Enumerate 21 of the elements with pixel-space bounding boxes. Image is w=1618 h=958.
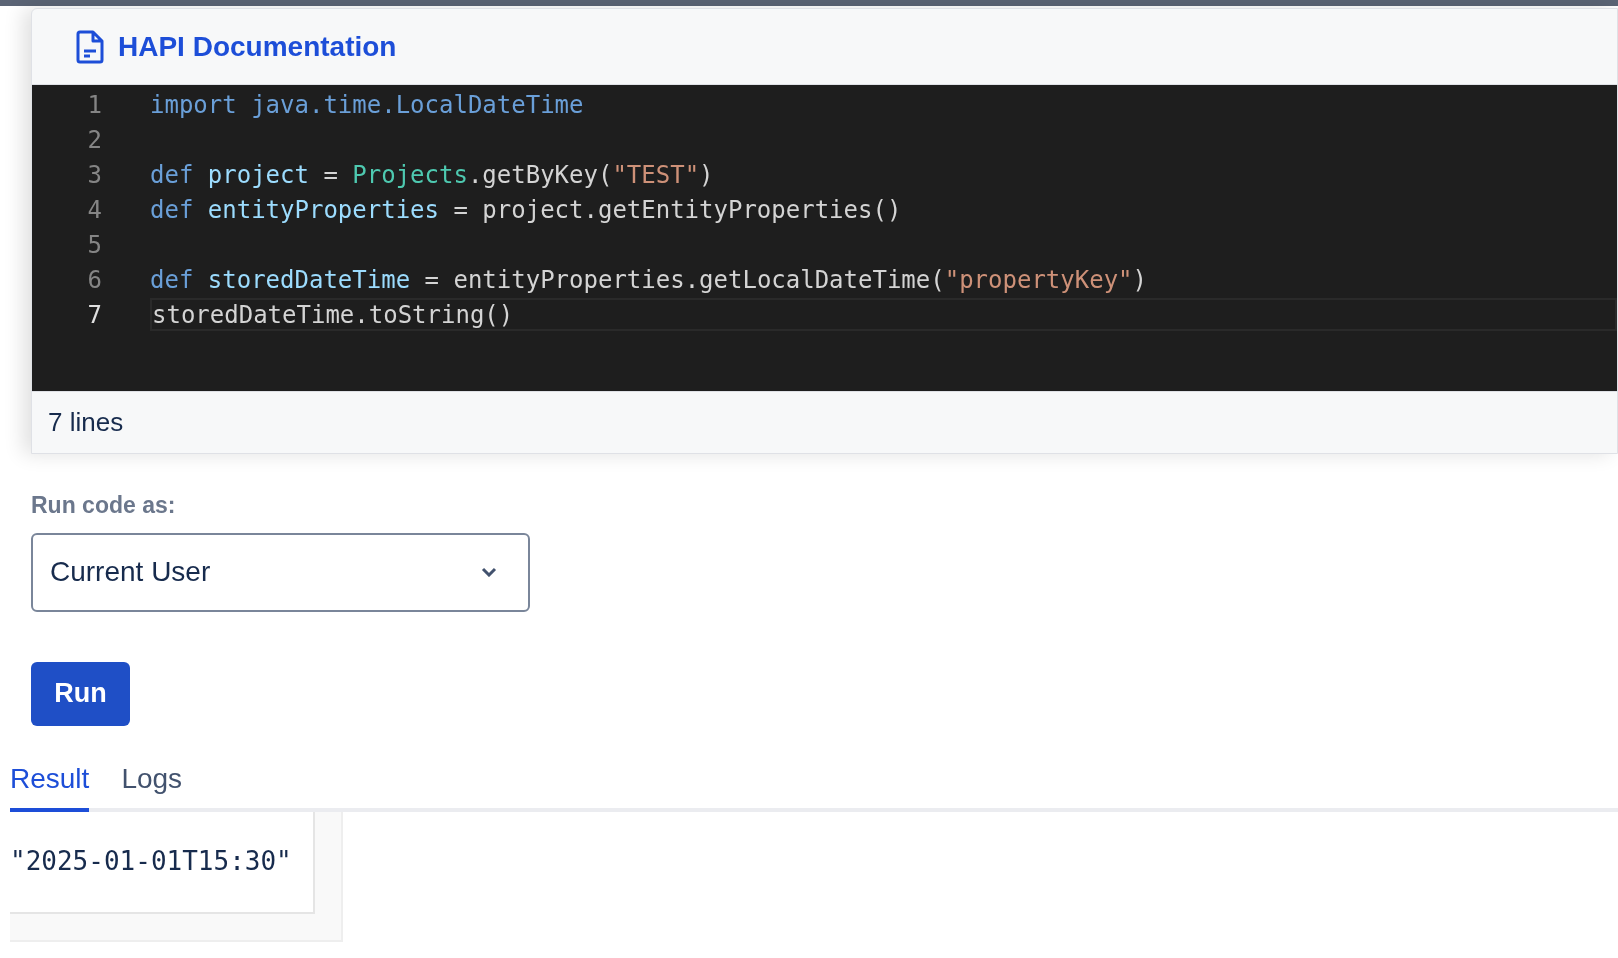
line-number: 4 — [86, 194, 102, 226]
result-value: "2025-01-01T15:30" — [10, 845, 292, 878]
code-line: import java.time.LocalDateTime — [150, 89, 585, 121]
line-number: 7 — [86, 299, 102, 331]
line-number: 2 — [86, 124, 102, 156]
line-count: 7 lines — [48, 406, 124, 439]
code-line: def storedDateTime = entityProperties.getLocalDateTime("propertyKey") — [150, 264, 1148, 296]
line-number: 1 — [86, 89, 102, 121]
code-editor[interactable] — [32, 85, 1617, 391]
tab[interactable]: Logs — [121, 757, 183, 812]
field-label: Run code as: — [31, 491, 177, 520]
code-line: def entityProperties = project.getEntityProperties() — [150, 194, 903, 226]
run-button[interactable]: Run — [31, 661, 130, 726]
code-line: def project = Projects.getByKey("TEST") — [150, 159, 715, 191]
line-number: 6 — [86, 264, 102, 296]
chevron-down-icon — [481, 567, 497, 577]
document-icon — [76, 29, 104, 64]
page-title[interactable]: HAPI Documentation — [118, 25, 397, 68]
run-as-dropdown[interactable]: Current User — [31, 532, 530, 612]
line-number: 3 — [86, 159, 102, 191]
line-number: 5 — [86, 229, 102, 261]
